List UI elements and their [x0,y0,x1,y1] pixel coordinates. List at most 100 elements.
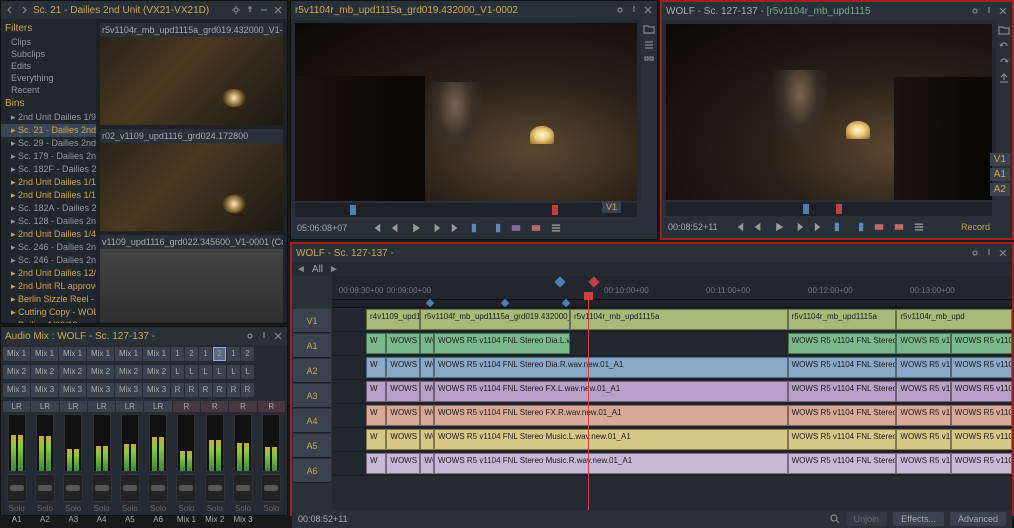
solo-button[interactable]: Solo [235,504,251,513]
lr-toggle[interactable]: R [229,401,256,412]
close-icon[interactable] [998,248,1008,258]
thumbnail[interactable]: r5v1104r_mb_upd1115a_grd019.432000_V1-00… [100,23,283,125]
opts-icon[interactable] [912,220,926,234]
bin-item[interactable]: ▸ Sc. 182F - Dailies 2nd Unit [1,163,96,176]
solo-button[interactable]: Solo [150,504,166,513]
gear-icon[interactable] [970,248,980,258]
mix-assign[interactable]: Mix 2 [143,365,170,379]
mix-assign[interactable]: Mix 1 [59,347,86,361]
fader[interactable] [205,474,225,502]
bin-item[interactable]: ▸ Sc. 179 - Dailies 2nd Unit [1,150,96,163]
solo-button[interactable]: Solo [178,504,194,513]
mix-assign[interactable]: R [241,383,254,397]
folder-icon[interactable] [643,23,655,35]
thumbnail[interactable]: r02_v1109_upd1116_grd024.172800 [100,129,283,231]
clip[interactable]: WOWS R5 v1104 [896,405,950,426]
close-icon[interactable] [998,6,1008,16]
fader[interactable] [7,474,27,502]
lr-toggle[interactable]: LR [144,401,171,412]
mix-assign[interactable]: Mix 1 [143,347,170,361]
timeline-track[interactable]: r4v1109_upd1116r5v1104f_mb_upd1115a_grd0… [332,308,1012,332]
unjoin-button[interactable]: Unjoin [846,512,888,526]
record-label[interactable]: Record [961,222,990,232]
track-header[interactable]: A5 [293,434,331,458]
clip[interactable]: W [366,405,386,426]
clip[interactable]: WOWS R4 v1109 FNL [386,357,420,378]
bin-item[interactable]: ▸ Sc. 246 - Dailies 2nd Unit [1,254,96,267]
clip[interactable]: WOWS R5 v1104 FNL Stereo Dia.L.w [788,333,897,354]
fader[interactable] [176,474,196,502]
mix-assign[interactable]: Mix 2 [87,365,114,379]
mix-assign[interactable]: Mix 2 [3,365,30,379]
step-back-icon[interactable] [389,221,403,235]
clip[interactable]: WOWS R5 v1104 FNL Stereo Dia.R.wav.new.0… [434,357,788,378]
close-icon[interactable] [273,5,283,15]
step-fwd-icon[interactable] [429,221,443,235]
lr-toggle[interactable]: LR [3,401,30,412]
clip[interactable]: WOWS R5 v1104 [896,381,950,402]
fwd-icon[interactable] [19,5,29,15]
clip[interactable]: r5v1104f_mb_upd1115a_grd019.432000_V1-00… [420,309,570,330]
lr-toggle[interactable]: R [258,401,285,412]
bin-item[interactable]: ▸ Dailies 1/02/13 [1,319,96,323]
mix-assign[interactable]: Mix 3 [31,383,58,397]
track-header[interactable]: A2 [293,359,331,383]
viewer2-scrubber[interactable] [666,202,992,216]
bin-item[interactable]: ▸ 2nd Unit Dailies 1/4/13 [1,228,96,241]
pin-icon[interactable] [259,331,269,341]
mix-assign[interactable]: 1 [199,347,212,361]
fader[interactable] [148,474,168,502]
clip[interactable]: WOWS R5 v1104 FNL Stereo Dia.R.w [788,357,897,378]
opts-icon[interactable] [549,221,563,235]
mix-assign[interactable]: R [213,383,226,397]
filter-item[interactable]: Edits [1,60,96,72]
lift-icon[interactable] [892,220,906,234]
mix-assign[interactable]: Mix 1 [31,347,58,361]
playhead[interactable] [588,300,589,510]
mix-assign[interactable]: R [171,383,184,397]
clip[interactable]: WOWS R5 v1104 [951,453,1012,474]
filter-item[interactable]: Everything [1,72,96,84]
filter-item[interactable]: Clips [1,36,96,48]
all-label[interactable]: All [312,264,323,275]
clip[interactable]: WOWS R5 v1104 FNL Stereo Music.R [788,453,897,474]
close-icon[interactable] [643,5,653,15]
clip[interactable]: WC [420,333,434,354]
clip[interactable]: WOWS R5 v1104 FNL Stereo Music.L.wav.new… [434,429,788,450]
pin-icon[interactable] [984,6,994,16]
fader[interactable] [63,474,83,502]
clip[interactable]: W [366,357,386,378]
clip[interactable]: WOWS R5 v1104 [896,453,950,474]
solo-button[interactable]: Solo [9,504,25,513]
clip[interactable]: r5v1104r_mb_upd [896,309,1012,330]
solo-button[interactable]: Solo [122,504,138,513]
clip[interactable]: WOWS R5 v1104 [951,405,1012,426]
timeline-track[interactable]: WWOWS R4 v1109 FNLWCWOWS R5 v1104 FNL St… [332,404,1012,428]
folder-icon[interactable] [998,24,1010,36]
mix-assign[interactable]: Mix 3 [115,383,142,397]
clip[interactable]: WOWS R5 v1104 [951,429,1012,450]
track-header[interactable]: A3 [293,384,331,408]
clip[interactable]: WOWS R5 v1104 [951,381,1012,402]
clip[interactable]: WOWS R5 v1104 [896,429,950,450]
mix-assign[interactable]: Mix 1 [87,347,114,361]
clip[interactable]: W [366,333,386,354]
track-header[interactable]: A6 [293,459,331,483]
close-icon[interactable] [273,331,283,341]
goto-start-icon[interactable] [369,221,383,235]
solo-button[interactable]: Solo [263,504,279,513]
gear-icon[interactable] [615,5,625,15]
solo-button[interactable]: Solo [94,504,110,513]
clip[interactable]: WOWS R5 v1104 FNL Stereo Music.L [788,429,897,450]
bin-item[interactable]: ▸ Sc. 246 - Dailies 2nd Unit [1,241,96,254]
solo-button[interactable]: Solo [65,504,81,513]
clip[interactable]: WC [420,453,434,474]
clip[interactable]: WOWS R4 v1109 FNL [386,453,420,474]
mix-assign[interactable]: 2 [241,347,254,361]
clip[interactable]: WOWS R5 v1104 [896,333,950,354]
bin-item[interactable]: ▸ 2nd Unit Dailies 1/15/13 [1,176,96,189]
bin-item[interactable]: ▸ 2nd Unit Dailies 12/18/12 [1,267,96,280]
pin-icon[interactable] [984,248,994,258]
mix-assign[interactable]: R [199,383,212,397]
timeline-track[interactable]: WWOWS R4 v1109 StereoWCWOWS R5 v1104 FNL… [332,380,1012,404]
